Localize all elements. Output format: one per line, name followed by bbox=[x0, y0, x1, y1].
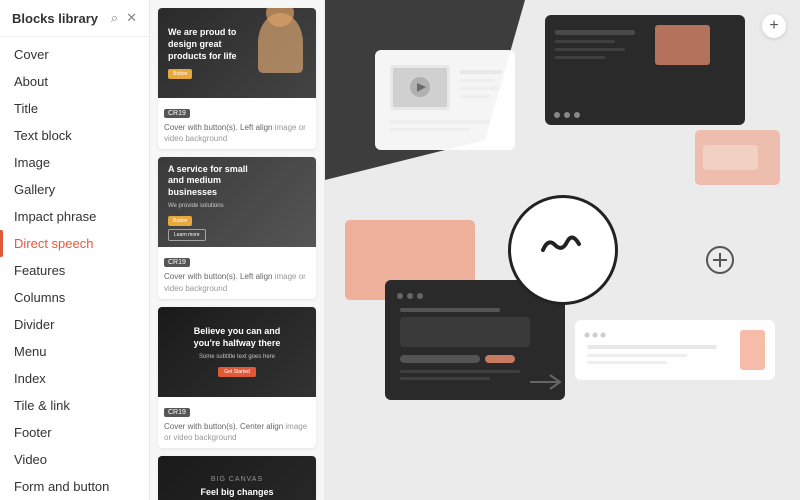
sidebar-item-menu[interactable]: Menu bbox=[0, 338, 149, 365]
block-item[interactable]: A service for small and medium businesse… bbox=[158, 157, 316, 298]
block-tag: CR19 bbox=[164, 109, 190, 118]
sidebar-item-title[interactable]: Title bbox=[0, 95, 149, 122]
panel-header-icons: ⌕ ✕ bbox=[111, 10, 137, 26]
thumb-button: Get Started bbox=[218, 367, 256, 377]
sidebar-item-about[interactable]: About bbox=[0, 68, 149, 95]
sidebar-item-features[interactable]: Features bbox=[0, 257, 149, 284]
sidebar-item-form[interactable]: Form and button bbox=[0, 473, 149, 500]
sidebar-item-cover[interactable]: Cover bbox=[0, 41, 149, 68]
tilda-logo bbox=[508, 195, 618, 305]
block-meta: CR19 Cover with button(s). Left align im… bbox=[158, 247, 316, 298]
sidebar-item-divider[interactable]: Divider bbox=[0, 311, 149, 338]
block-thumbnail: A service for small and medium businesse… bbox=[158, 157, 316, 247]
sidebar-item-video[interactable]: Video bbox=[0, 446, 149, 473]
block-thumbnail: Believe you can and you're halfway there… bbox=[158, 307, 316, 397]
block-desc: Cover with button(s). Center align image… bbox=[164, 421, 310, 443]
block-tag: CR19 bbox=[164, 258, 190, 267]
thumb-subtext: Some subtitle text goes here bbox=[199, 353, 275, 361]
panel-title: Blocks library bbox=[12, 11, 98, 26]
block-desc: Cover with button(s). Left align image o… bbox=[164, 122, 310, 144]
thumb-headline: We are proud to design great products fo… bbox=[168, 27, 238, 62]
block-meta: CR19 Cover with button(s). Left align im… bbox=[158, 98, 316, 149]
right-panel: + bbox=[325, 0, 800, 500]
thumb-overlay: BIG CANVAS bbox=[211, 476, 263, 483]
block-item[interactable]: We are proud to design great products fo… bbox=[158, 8, 316, 149]
middle-panel: We are proud to design great products fo… bbox=[150, 0, 325, 500]
panel-header: Blocks library ⌕ ✕ bbox=[0, 0, 149, 37]
sidebar-item-footer[interactable]: Footer bbox=[0, 419, 149, 446]
thumb-outline-button: Learn more bbox=[168, 229, 206, 241]
sidebar-item-textblock[interactable]: Text block bbox=[0, 122, 149, 149]
block-item[interactable]: BIG CANVAS Feel big changes happening ar… bbox=[158, 456, 316, 500]
add-button[interactable]: + bbox=[762, 14, 786, 38]
sidebar-item-direct[interactable]: Direct speech bbox=[0, 230, 149, 257]
tilda-svg bbox=[533, 220, 593, 280]
block-desc: Cover with button(s). Left align image o… bbox=[164, 271, 310, 293]
thumb-headline: Feel big changes happening around you bbox=[182, 487, 292, 500]
canvas-area: + bbox=[325, 0, 800, 500]
sidebar-item-gallery[interactable]: Gallery bbox=[0, 176, 149, 203]
panel-nav: Cover About Title Text block Image Galle… bbox=[0, 37, 149, 500]
thumb-headline: Believe you can and you're halfway there bbox=[187, 326, 287, 349]
sidebar-item-tile[interactable]: Tile & link bbox=[0, 392, 149, 419]
block-thumbnail: We are proud to design great products fo… bbox=[158, 8, 316, 98]
thumb-headline: A service for small and medium businesse… bbox=[168, 164, 248, 199]
left-panel: Blocks library ⌕ ✕ Cover About Title Tex… bbox=[0, 0, 150, 500]
close-icon[interactable]: ✕ bbox=[126, 10, 137, 26]
block-tag: CR19 bbox=[164, 408, 190, 417]
block-item[interactable]: Believe you can and you're halfway there… bbox=[158, 307, 316, 448]
sidebar-item-impact[interactable]: Impact phrase bbox=[0, 203, 149, 230]
thumb-subtext: We provide solutions bbox=[168, 202, 238, 210]
plus-icon: + bbox=[769, 17, 778, 35]
block-meta: CR19 Cover with button(s). Center align … bbox=[158, 397, 316, 448]
sidebar-item-index[interactable]: Index bbox=[0, 365, 149, 392]
thumb-button: Button bbox=[168, 216, 192, 226]
block-thumbnail: BIG CANVAS Feel big changes happening ar… bbox=[158, 456, 316, 500]
sidebar-item-columns[interactable]: Columns bbox=[0, 284, 149, 311]
sidebar-item-image[interactable]: Image bbox=[0, 149, 149, 176]
thumb-button: Button bbox=[168, 69, 192, 79]
search-icon[interactable]: ⌕ bbox=[111, 10, 118, 26]
